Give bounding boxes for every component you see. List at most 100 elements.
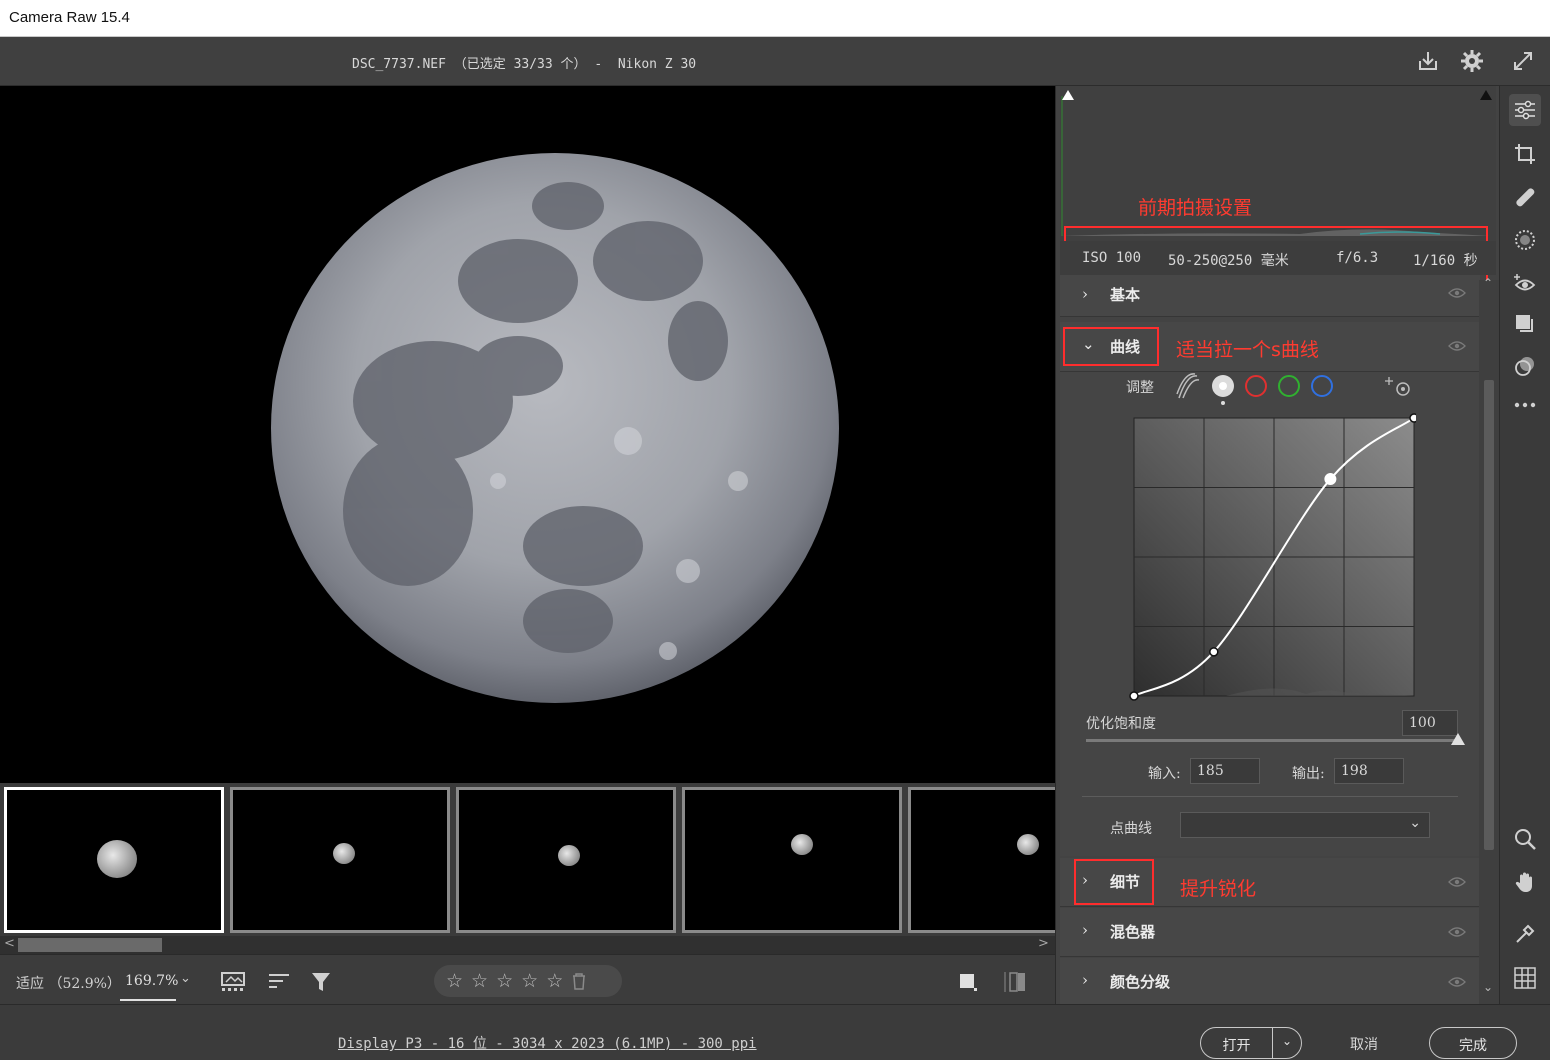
star-icon[interactable]: ☆ <box>496 970 513 992</box>
star-icon[interactable]: ☆ <box>546 970 563 992</box>
window-titlebar: Camera Raw 15.4 <box>0 0 1550 37</box>
eye-icon[interactable] <box>1448 926 1466 938</box>
thumbnail[interactable] <box>4 787 224 933</box>
panel-scrollbar[interactable]: ⌃ ⌄ <box>1479 276 1499 1004</box>
eye-icon[interactable] <box>1448 876 1466 888</box>
snapshots-icon[interactable] <box>1509 308 1541 340</box>
header-bar: DSC_7737.NEF （已选定 33/33 个） - Nikon Z 30 <box>0 37 1550 86</box>
section-mixer[interactable]: › 混色器 <box>1060 908 1480 957</box>
green-channel-icon[interactable] <box>1278 375 1300 397</box>
edit-panel: 前期拍摄设置 ISO 100 50-250@250 毫米 f/6.3 1/160… <box>1055 86 1499 1004</box>
edit-icon[interactable] <box>1509 94 1541 126</box>
heal-icon[interactable] <box>1509 181 1541 213</box>
curve-point[interactable] <box>1409 413 1416 423</box>
gear-icon[interactable] <box>1458 47 1486 75</box>
viewer-toolbar: 适应 （52.9%） 169.7% ⌄ ☆ ☆ ☆ ☆ ☆ <box>0 954 1055 1004</box>
file-info: DSC_7737.NEF （已选定 33/33 个） - Nikon Z 30 <box>352 57 697 72</box>
blue-channel-icon[interactable] <box>1311 375 1333 397</box>
point-curve-label: 点曲线 <box>1110 821 1152 837</box>
curve-panel: 调整 优化饱和度 100 输入: 185 输出: 198 点曲线 ⌄ <box>1060 372 1480 856</box>
exif-info: ISO 100 50-250@250 毫米 f/6.3 1/160 秒 <box>1060 241 1496 275</box>
chevron-up-icon[interactable]: ⌃ <box>1483 276 1493 290</box>
annotation-sharpen: 提升锐化 <box>1180 878 1257 900</box>
zoom-icon[interactable] <box>1509 823 1541 855</box>
chevron-down-icon[interactable]: ⌄ <box>1483 980 1493 994</box>
filter-icon[interactable] <box>308 969 336 995</box>
scroll-left-icon[interactable]: < <box>4 936 15 951</box>
scrollbar-thumb[interactable] <box>1484 380 1494 850</box>
mask-icon[interactable] <box>1509 224 1541 256</box>
thumbnail[interactable] <box>908 787 1055 933</box>
exif-shutter: 1/160 秒 <box>1413 253 1478 269</box>
scrollbar-thumb[interactable] <box>18 938 162 952</box>
point-curve-white-icon[interactable] <box>1212 375 1234 405</box>
rating-stars[interactable]: ☆ ☆ ☆ ☆ ☆ <box>434 965 622 997</box>
refine-saturation-slider[interactable] <box>1086 739 1460 742</box>
eye-icon[interactable] <box>1448 976 1466 988</box>
input-field[interactable]: 185 <box>1190 758 1260 784</box>
eye-icon[interactable] <box>1448 287 1466 299</box>
annotation-box <box>1074 859 1154 905</box>
adjust-label: 调整 <box>1126 380 1154 396</box>
workflow-options-link[interactable]: Display P3 - 16 位 - 3034 x 2023 (6.1MP) … <box>338 1033 757 1053</box>
zoom-level[interactable]: 169.7% <box>120 961 178 1001</box>
sort-icon[interactable] <box>266 969 294 995</box>
chevron-down-icon[interactable]: ⌄ <box>1273 1028 1301 1058</box>
curve-point[interactable] <box>1129 691 1139 701</box>
filmstrip-options-icon[interactable] <box>220 969 248 995</box>
zoom-fit-button[interactable]: 适应 （52.9%） <box>16 973 121 993</box>
tone-curve-graph[interactable] <box>1126 412 1416 702</box>
targeted-adjust-icon[interactable] <box>1385 377 1410 396</box>
shadow-clip-icon[interactable] <box>1062 90 1074 100</box>
more-icon[interactable] <box>1509 389 1541 421</box>
section-color-grading[interactable]: › 颜色分级 <box>1060 958 1480 1004</box>
image-viewer[interactable] <box>0 86 1055 783</box>
red-channel-icon[interactable] <box>1245 375 1267 397</box>
refine-saturation-label: 优化饱和度 <box>1086 716 1156 732</box>
zoom-dropdown-icon[interactable]: ⌄ <box>180 971 191 986</box>
fullscreen-icon[interactable] <box>1509 47 1537 75</box>
highlight-clip-icon[interactable] <box>1480 90 1492 100</box>
presets-icon[interactable] <box>1509 350 1541 382</box>
point-curve-select[interactable]: ⌄ <box>1180 812 1430 838</box>
star-icon[interactable]: ☆ <box>471 970 488 992</box>
parametric-curve-icon[interactable] <box>1176 373 1200 399</box>
sampler-icon[interactable] <box>1509 918 1541 950</box>
single-view-icon[interactable] <box>954 969 982 995</box>
filmstrip-scrollbar[interactable]: < > <box>0 936 1055 954</box>
output-field[interactable]: 198 <box>1334 758 1404 784</box>
moon-photo <box>271 153 839 703</box>
thumbnail[interactable] <box>456 787 676 933</box>
section-title: 混色器 <box>1110 923 1156 941</box>
star-icon[interactable]: ☆ <box>446 970 463 992</box>
scroll-right-icon[interactable]: > <box>1038 936 1049 951</box>
crop-icon[interactable] <box>1509 138 1541 170</box>
divider <box>1082 796 1458 797</box>
thumbnail[interactable] <box>682 787 902 933</box>
annotation-box <box>1063 327 1159 366</box>
annotation-shooting-settings: 前期拍摄设置 <box>1138 197 1253 219</box>
star-icon[interactable]: ☆ <box>521 970 538 992</box>
hand-icon[interactable] <box>1509 866 1541 898</box>
redeye-icon[interactable] <box>1509 268 1541 300</box>
filmstrip <box>0 783 1055 936</box>
grid-icon[interactable] <box>1509 962 1541 994</box>
thumbnail[interactable] <box>230 787 450 933</box>
eye-icon[interactable] <box>1448 340 1466 352</box>
chevron-right-icon: › <box>1082 285 1088 303</box>
done-button[interactable]: 完成 <box>1429 1027 1517 1059</box>
save-icon[interactable] <box>1414 47 1442 75</box>
section-basic[interactable]: › 基本 <box>1060 275 1480 317</box>
section-title: 颜色分级 <box>1110 973 1171 991</box>
open-button-label[interactable]: 打开 <box>1201 1028 1273 1058</box>
slider-handle-icon[interactable] <box>1450 732 1466 746</box>
tool-strip <box>1499 86 1550 1004</box>
compare-view-icon[interactable] <box>1002 969 1030 995</box>
trash-icon[interactable] <box>571 972 587 990</box>
curve-point[interactable] <box>1324 473 1337 486</box>
exif-aperture: f/6.3 <box>1336 250 1379 266</box>
cancel-button[interactable]: 取消 <box>1350 1034 1378 1054</box>
open-button[interactable]: 打开 ⌄ <box>1200 1027 1302 1059</box>
exif-lens: 50-250@250 毫米 <box>1168 253 1289 269</box>
curve-point[interactable] <box>1209 647 1219 657</box>
